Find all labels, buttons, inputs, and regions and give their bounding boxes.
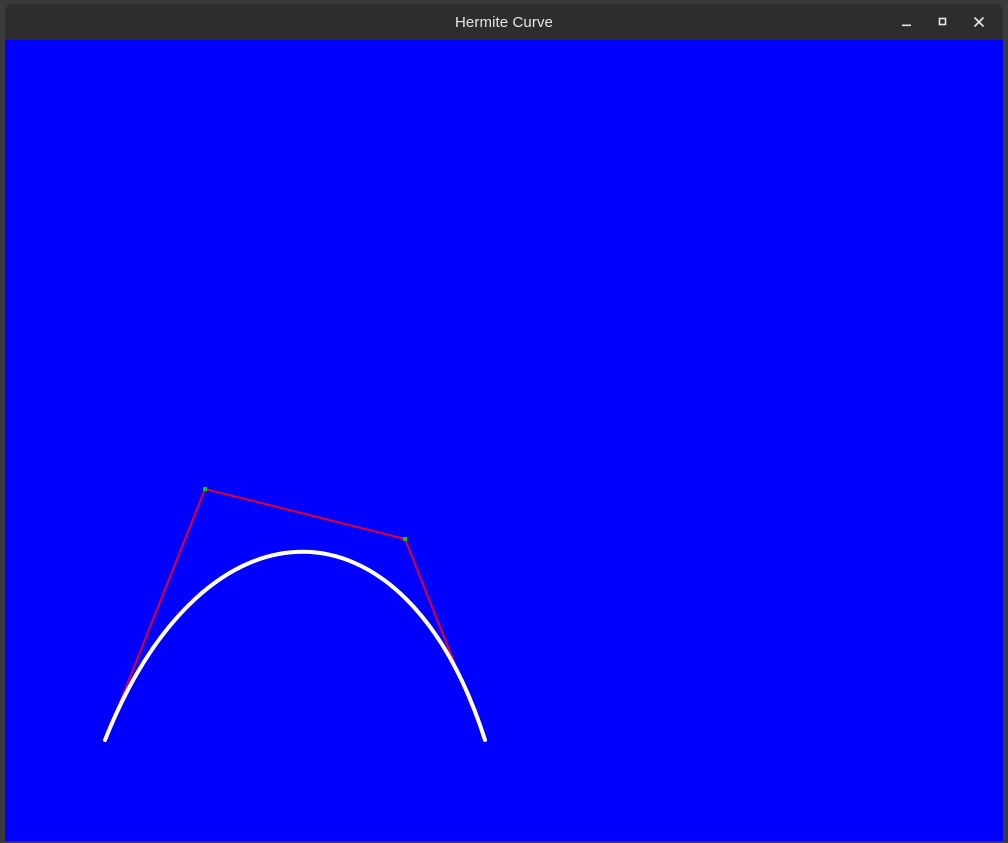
control-polygon: [104, 487, 486, 741]
title-bar[interactable]: Hermite Curve: [5, 4, 1003, 40]
control-point[interactable]: [203, 487, 207, 491]
close-button[interactable]: [963, 8, 995, 36]
minimize-button[interactable]: [891, 8, 923, 36]
maximize-icon: [938, 17, 947, 26]
window-title: Hermite Curve: [455, 13, 553, 31]
control-point[interactable]: [403, 537, 407, 541]
minimize-icon: [902, 24, 911, 27]
drawing-canvas[interactable]: [5, 40, 1003, 841]
close-icon: [974, 17, 984, 27]
app-window: Hermite Curve: [5, 4, 1003, 841]
hermite-curve: [103, 549, 487, 742]
window-controls: [891, 4, 995, 40]
maximize-button[interactable]: [927, 8, 959, 36]
